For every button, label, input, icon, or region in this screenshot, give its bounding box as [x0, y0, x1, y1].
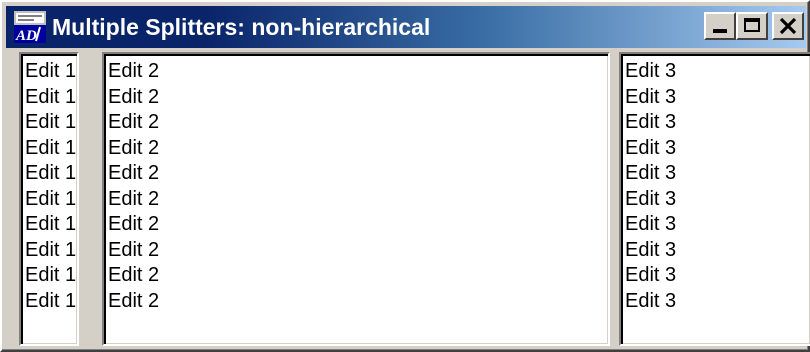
- edit-line: Edit 2: [108, 238, 160, 261]
- close-icon: [779, 17, 797, 35]
- edit-line: Edit 2: [108, 264, 160, 286]
- edit-line: Edit 3: [625, 60, 677, 82]
- edit-line: Edit 1: [25, 187, 77, 210]
- edit-line: Edit 3: [625, 238, 677, 261]
- edit-line: Edit 3: [625, 136, 677, 159]
- window-title: Multiple Splitters: non-hierarchical: [52, 13, 431, 40]
- edit-line: Edit 3: [625, 111, 677, 133]
- edit-pane-2[interactable]: Edit 2 Edit 2 Edit 2 Edit 2 Edit 2 Edit …: [102, 52, 610, 346]
- edit-line: Edit 2: [108, 213, 160, 235]
- edit-line: Edit 2: [108, 289, 160, 312]
- edit-line: Edit 2: [108, 162, 160, 184]
- edit-line: Edit 1: [25, 162, 77, 184]
- edit-line: Edit 3: [625, 289, 677, 312]
- edit-line: Edit 2: [108, 136, 160, 159]
- maximize-icon: [744, 18, 760, 32]
- edit-line: Edit 3: [625, 162, 677, 184]
- edit-line: Edit 1: [25, 60, 77, 82]
- edit-line: Edit 1: [25, 85, 77, 108]
- edit-pane-1[interactable]: Edit 1 Edit 1 Edit 1 Edit 1 Edit 1 Edit …: [19, 52, 79, 346]
- edit-line: Edit 2: [108, 85, 160, 108]
- edit-pane-2-lines: Edit 2 Edit 2 Edit 2 Edit 2 Edit 2 Edit …: [104, 54, 608, 314]
- edit-line: Edit 1: [25, 111, 77, 133]
- edit-line: Edit 3: [625, 85, 677, 108]
- minimize-button[interactable]: [704, 12, 736, 40]
- caption-buttons: [704, 12, 804, 40]
- splitter-client-area: Edit 1 Edit 1 Edit 1 Edit 1 Edit 1 Edit …: [6, 50, 810, 348]
- edit-pane-3[interactable]: Edit 3 Edit 3 Edit 3 Edit 3 Edit 3 Edit …: [619, 52, 810, 346]
- edit-line: Edit 3: [625, 264, 677, 286]
- edit-line: Edit 3: [625, 187, 677, 210]
- app-window: AD Multiple Splitters: non-hierarchical …: [0, 0, 810, 352]
- svg-text:AD: AD: [15, 28, 37, 43]
- close-button[interactable]: [772, 12, 804, 40]
- edit-line: Edit 1: [25, 264, 77, 286]
- edit-line: Edit 1: [25, 136, 77, 159]
- edit-pane-3-lines: Edit 3 Edit 3 Edit 3 Edit 3 Edit 3 Edit …: [621, 54, 810, 314]
- edit-line: Edit 2: [108, 187, 160, 210]
- edit-line: Edit 1: [25, 289, 77, 312]
- edit-line: Edit 2: [108, 111, 160, 133]
- edit-line: Edit 1: [25, 213, 77, 235]
- app-icon[interactable]: AD: [14, 11, 46, 43]
- edit-line: Edit 2: [108, 60, 160, 82]
- edit-pane-1-lines: Edit 1 Edit 1 Edit 1 Edit 1 Edit 1 Edit …: [21, 54, 77, 314]
- edit-line: Edit 1: [25, 238, 77, 261]
- minimize-icon: [713, 29, 727, 33]
- maximize-button[interactable]: [736, 12, 768, 40]
- title-bar[interactable]: AD Multiple Splitters: non-hierarchical: [6, 6, 806, 48]
- edit-line: Edit 3: [625, 213, 677, 235]
